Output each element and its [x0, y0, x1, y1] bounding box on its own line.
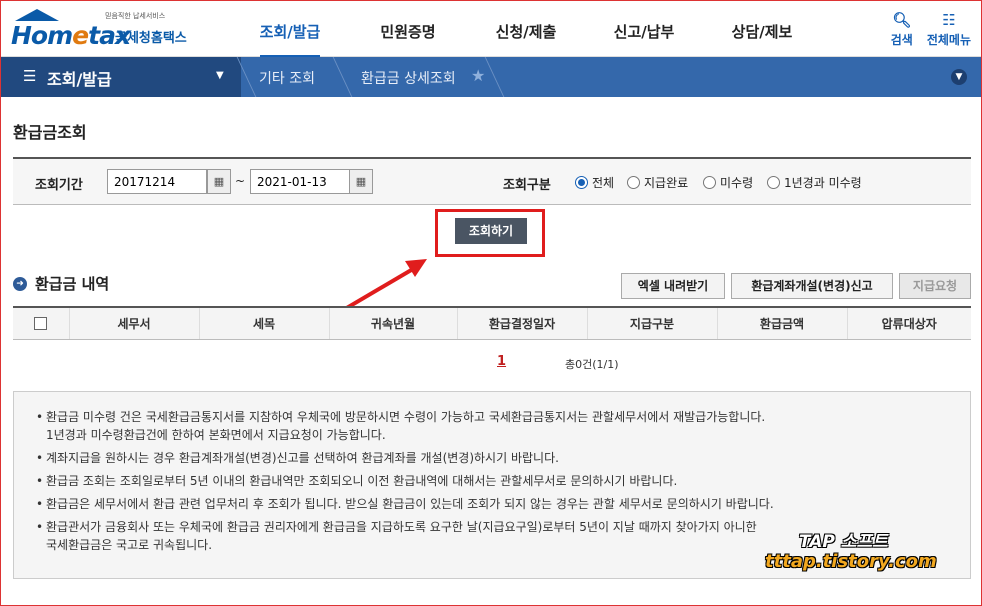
total-count: 총0건(1/1) — [565, 358, 619, 371]
calendar-icon[interactable]: ▦ — [207, 169, 231, 194]
radio-dot[interactable] — [703, 176, 716, 189]
gnb-item-consult[interactable]: 상담/제보 — [703, 1, 821, 57]
account-register-button[interactable]: 환급계좌개설(변경)신고 — [731, 273, 893, 299]
global-nav: 조회/발급 민원증명 신청/제출 신고/납부 상담/제보 — [231, 1, 821, 58]
radio-all[interactable]: 전체 — [575, 174, 614, 191]
hometax-logo[interactable]: 믿음직한 납세서비스 Hometax 국세청홈택스 — [11, 9, 196, 50]
page-link[interactable]: 1 — [497, 354, 506, 369]
logo-roof-icon — [15, 9, 59, 21]
checkbox[interactable] — [34, 317, 48, 331]
expand-circle-icon[interactable]: ▼ — [951, 69, 967, 85]
table-header-row: 세무서 세목 귀속년월 환급결정일자 지급구분 환급금액 압류대상자 — [13, 306, 971, 340]
col-seizure: 압류대상자 — [846, 306, 971, 340]
col-period: 귀속년월 — [328, 306, 457, 340]
type-label: 조회구분 — [503, 178, 551, 193]
notice-item: 계좌지급을 원하시는 경우 환급계좌개설(변경)신고를 선택하여 환급계좌를 개… — [36, 449, 948, 467]
excel-download-button[interactable]: 엑셀 내려받기 — [621, 273, 725, 299]
payment-request-button[interactable]: 지급요청 — [899, 273, 971, 299]
radio-paid[interactable]: 지급완료 — [627, 174, 688, 191]
search-submit-button[interactable]: 조회하기 — [455, 218, 527, 244]
calendar-icon[interactable]: ▦ — [349, 169, 373, 194]
all-menu-button[interactable]: ☷ 전체메뉴 — [927, 11, 971, 48]
col-decision-date: 환급결정일자 — [456, 306, 587, 340]
hamburger-icon: ☰ — [23, 67, 37, 85]
logo-brand: Hometax — [11, 21, 131, 50]
search-form: 조회기간 ▦ ~ ▦ 조회구분 전체 지급완료 미수령 1년경과 미수령 — [13, 157, 971, 205]
notice-item: 환급금은 세무서에서 환급 관련 업무처리 후 조회가 됩니다. 받으실 환급금… — [36, 495, 948, 513]
page-title: 환급금조회 — [13, 123, 87, 142]
utility-menu: 🔍︎ 검색 ☷ 전체메뉴 — [891, 11, 971, 48]
breadcrumb-separator — [319, 57, 353, 97]
arrow-right-icon: ➜ — [13, 276, 27, 291]
radio-unclaimed[interactable]: 미수령 — [703, 174, 753, 191]
radio-dot[interactable] — [575, 176, 588, 189]
col-payment-type: 지급구분 — [586, 306, 717, 340]
gnb-item-apply[interactable]: 신청/제출 — [467, 1, 585, 57]
list-section-title: ➜ 환급금 내역 — [13, 273, 109, 294]
chevron-down-icon: ▼ — [216, 70, 224, 81]
radio-over-one-year[interactable]: 1년경과 미수령 — [767, 174, 862, 191]
logo-korean: 국세청홈택스 — [115, 31, 187, 46]
watermark-url: tttap.tistory.com — [765, 551, 937, 572]
radio-dot[interactable] — [767, 176, 780, 189]
period-label: 조회기간 — [35, 178, 83, 193]
gnb-item-inquiry[interactable]: 조회/발급 — [231, 1, 349, 58]
search-icon: 🔍︎ — [892, 11, 912, 29]
global-header: 믿음직한 납세서비스 Hometax 국세청홈택스 조회/발급 민원증명 신청/… — [1, 1, 981, 58]
notice-item: 환급금 미수령 건은 국세환급금통지서를 지참하여 우체국에 방문하시면 수령이… — [36, 408, 948, 444]
gnb-item-certificate[interactable]: 민원증명 — [349, 1, 467, 57]
breadcrumb-item-refund[interactable]: 환급금 상세조회 — [361, 68, 456, 88]
breadcrumb-item-etc[interactable]: 기타 조회 — [259, 68, 315, 88]
col-tax-office: 세무서 — [68, 306, 199, 340]
current-menu-dropdown[interactable]: ☰ 조회/발급 ▼ — [1, 57, 241, 97]
col-tax-item: 세목 — [198, 306, 329, 340]
end-date-input[interactable] — [250, 169, 350, 194]
breadcrumb-bar: ☰ 조회/발급 ▼ 기타 조회 환급금 상세조회 ★ ▼ — [1, 57, 981, 97]
watermark-title: TAP 소프트 — [799, 532, 888, 552]
start-date-input[interactable] — [107, 169, 207, 194]
grid-icon: ☷ — [942, 11, 956, 29]
radio-dot[interactable] — [627, 176, 640, 189]
logo-tagline: 믿음직한 납세서비스 — [105, 12, 166, 20]
select-all-checkbox-cell[interactable] — [13, 306, 69, 340]
col-amount: 환급금액 — [716, 306, 847, 340]
refund-table: 세무서 세목 귀속년월 환급결정일자 지급구분 환급금액 압류대상자 — [13, 306, 971, 340]
notice-item: 환급금 조회는 조회일로부터 5년 이내의 환급내역만 조회되오니 이전 환급내… — [36, 472, 948, 490]
gnb-item-report-pay[interactable]: 신고/납부 — [585, 1, 703, 57]
search-button[interactable]: 🔍︎ 검색 — [891, 11, 913, 48]
